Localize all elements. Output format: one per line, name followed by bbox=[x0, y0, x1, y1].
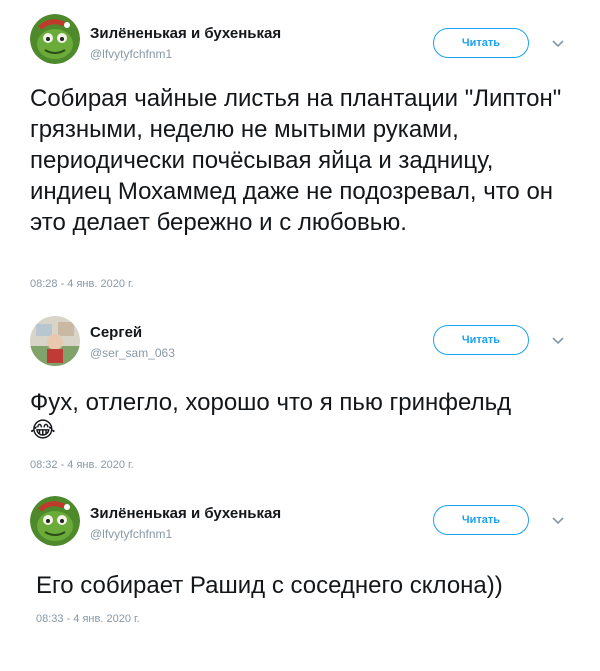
green-cartoon-avatar-icon bbox=[30, 496, 80, 546]
chevron-down-icon[interactable] bbox=[550, 513, 566, 529]
tweet-text: Его собирает Рашид с соседнего склона)) bbox=[36, 572, 503, 599]
avatar[interactable] bbox=[30, 496, 80, 546]
follow-button[interactable]: Читать bbox=[433, 505, 529, 535]
tweet-3: Зилёненькая и бухенькая @lfvytyfchfnm1 Ч… bbox=[0, 0, 600, 671]
timestamp[interactable]: 08:33 - 4 янв. 2020 г. bbox=[36, 613, 140, 625]
author-handle[interactable]: @lfvytyfchfnm1 bbox=[90, 527, 172, 541]
author-name[interactable]: Зилёненькая и бухенькая bbox=[90, 505, 281, 522]
